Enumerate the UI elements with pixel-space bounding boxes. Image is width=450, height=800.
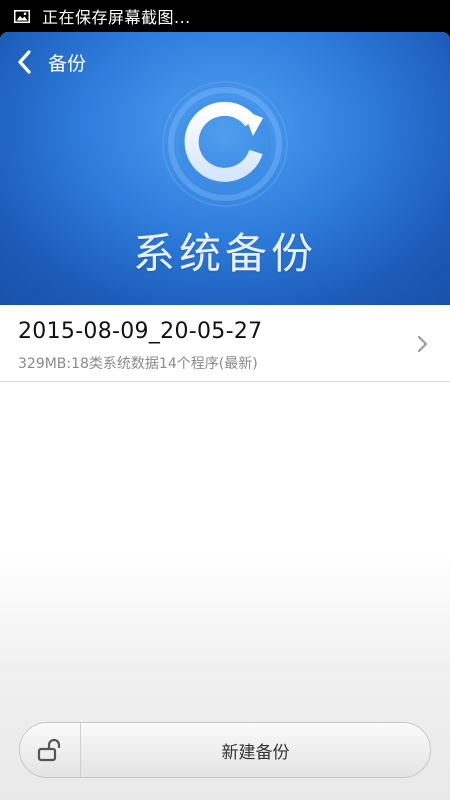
back-button[interactable]: 备份 [14, 46, 86, 78]
lock-button[interactable] [20, 723, 81, 777]
chevron-left-icon [18, 50, 31, 74]
screen: 正在保存屏幕截图... 备份 系统备份 2015-08-09_20-05-27 … [0, 0, 450, 800]
backup-logo-icon [157, 76, 293, 212]
unlock-icon [37, 738, 61, 762]
gallery-icon [14, 9, 30, 23]
backup-name: 2015-08-09_20-05-27 [18, 319, 263, 344]
status-bar: 正在保存屏幕截图... [0, 0, 450, 32]
back-label: 备份 [48, 52, 87, 75]
backup-app: 备份 系统备份 2015-08-09_20-05-27 329MB:18类系统数… [0, 32, 450, 800]
header: 备份 系统备份 [0, 32, 450, 305]
status-notification-text: 正在保存屏幕截图... [42, 8, 191, 27]
page-title: 系统备份 [132, 229, 317, 278]
bottom-action-bar: 新建备份 [19, 722, 431, 778]
backup-detail: 329MB:18类系统数据14个程序(最新) [18, 356, 258, 372]
new-backup-button[interactable]: 新建备份 [81, 723, 430, 777]
chevron-right-icon [417, 335, 428, 353]
backup-list-item[interactable]: 2015-08-09_20-05-27 329MB:18类系统数据14个程序(最… [0, 305, 450, 382]
